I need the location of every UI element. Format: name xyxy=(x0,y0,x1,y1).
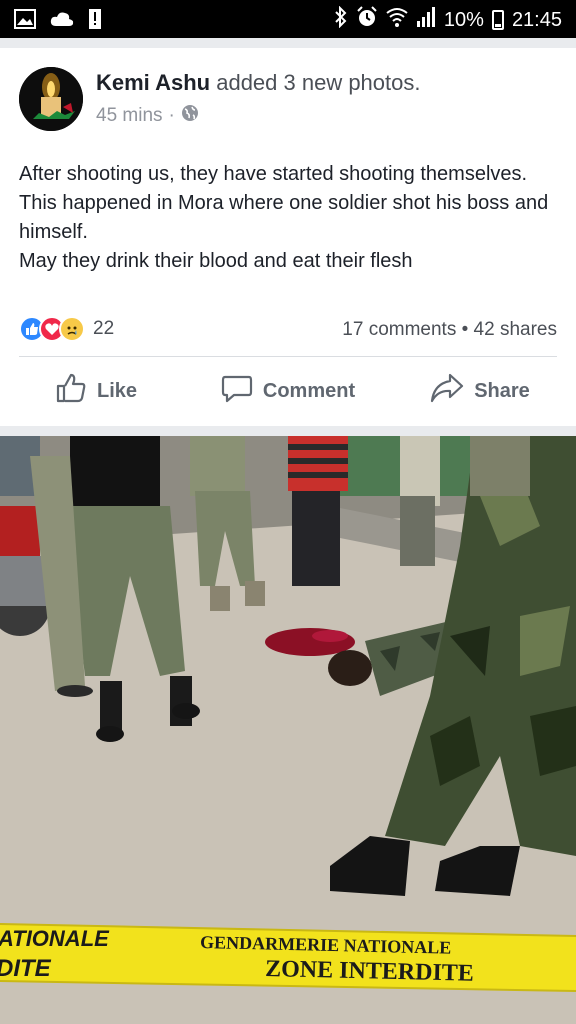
share-button[interactable]: Share xyxy=(384,368,576,414)
post-text-line: After shooting us, they have started sho… xyxy=(19,163,528,185)
bluetooth-icon xyxy=(334,5,348,34)
post-text-line: May they drink their blood and eat their… xyxy=(19,250,413,272)
sad-reaction-icon xyxy=(59,316,85,342)
action-bar: Like Comment Share xyxy=(0,368,576,414)
share-arrow-icon xyxy=(430,372,464,410)
post-action: added 3 new photos. xyxy=(216,70,421,95)
image-notification-icon xyxy=(14,9,36,34)
tape-text-right-bottom: ZONE INTERDITE xyxy=(265,956,474,987)
wifi-icon xyxy=(386,7,408,33)
alert-icon xyxy=(88,8,102,35)
reactions-summary[interactable]: 22 xyxy=(19,316,114,342)
comments-count[interactable]: 17 comments xyxy=(342,319,456,340)
clock: 21:45 xyxy=(511,8,562,31)
like-button[interactable]: Like xyxy=(0,368,192,414)
globe-icon xyxy=(181,104,199,128)
comment-icon xyxy=(221,372,253,410)
reaction-count: 22 xyxy=(93,318,115,339)
scene-illustration: ATIONALE DITE GENDARMERIE NATIONALE ZONE… xyxy=(0,436,576,1024)
post-photo[interactable]: ATIONALE DITE GENDARMERIE NATIONALE ZONE… xyxy=(0,436,576,1024)
meta-separator: · xyxy=(168,105,175,126)
candle-image xyxy=(19,67,83,131)
tape-text-left-top: ATIONALE xyxy=(0,926,110,951)
cloud-icon xyxy=(50,11,74,32)
comment-button[interactable]: Comment xyxy=(192,368,384,414)
alarm-icon xyxy=(356,6,378,34)
post-text: After shooting us, they have started sho… xyxy=(19,160,559,276)
comment-label: Comment xyxy=(262,379,356,402)
divider xyxy=(19,356,557,357)
signal-icon xyxy=(416,7,436,33)
post-text-line: This happened in Mora where one soldier … xyxy=(19,192,549,243)
shares-count[interactable]: 42 shares xyxy=(474,319,557,340)
timestamp[interactable]: 45 mins xyxy=(96,105,163,127)
post-header: Kemi Ashu added 3 new photos. xyxy=(96,70,421,96)
status-bar: 10% 21:45 xyxy=(0,0,576,38)
post-meta: 45 mins · xyxy=(96,104,199,128)
avatar[interactable] xyxy=(19,67,83,131)
thumbs-up-icon xyxy=(55,372,87,410)
counts-dot: • xyxy=(461,319,469,340)
post-card: Kemi Ashu added 3 new photos. 45 mins · … xyxy=(0,48,576,426)
like-label: Like xyxy=(96,379,138,402)
share-label: Share xyxy=(474,379,530,402)
tape-text-left-bottom: DITE xyxy=(0,955,52,982)
battery-percent: 10% xyxy=(443,8,484,31)
engagement-counts: 17 comments • 42 shares xyxy=(342,319,557,341)
author-name[interactable]: Kemi Ashu xyxy=(96,70,210,95)
battery-icon xyxy=(491,10,504,30)
